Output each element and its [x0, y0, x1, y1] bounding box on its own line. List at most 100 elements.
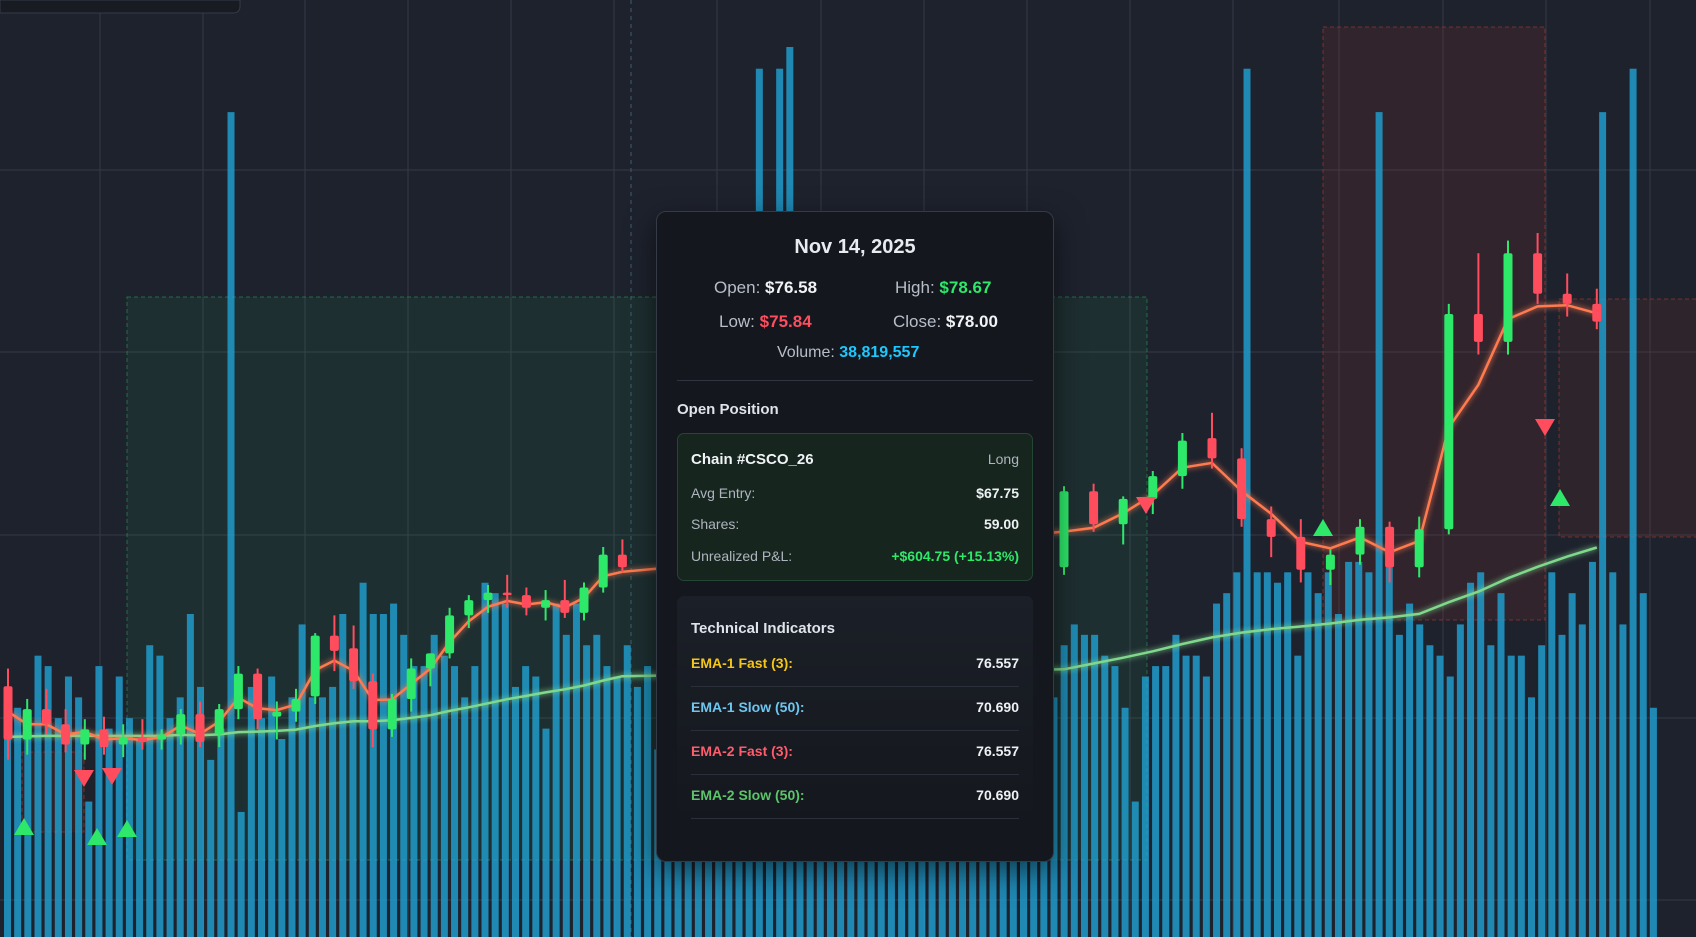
- volume-bar: [1334, 613, 1342, 937]
- high-field: High: $78.67: [895, 278, 991, 298]
- indicator-row-ema1-fast: EMA-1 Fast (3): 76.557: [691, 642, 1019, 687]
- volume-bar: [207, 759, 215, 937]
- volume-bar: [1182, 655, 1190, 937]
- avg-entry-row: Avg Entry: $67.75: [691, 485, 1019, 501]
- shares-value: 59.00: [983, 516, 1019, 532]
- volume-bar: [186, 613, 194, 937]
- candle-body: [1148, 476, 1158, 499]
- pnl-value: +$604.75 (+15.13%): [891, 548, 1019, 564]
- indicators-title: Technical Indicators: [691, 620, 835, 637]
- high-label: High:: [895, 278, 935, 297]
- volume-bar: [95, 666, 103, 937]
- volume-bar: [166, 718, 174, 937]
- candle-body: [310, 635, 320, 697]
- high-value: $78.67: [939, 278, 992, 297]
- open-label: Open:: [714, 278, 761, 297]
- candle-body: [1266, 519, 1276, 537]
- candle-body: [3, 686, 13, 740]
- shares-label: Shares:: [691, 516, 740, 532]
- tooltip-date: Nov 14, 2025: [794, 236, 916, 258]
- volume-bar: [552, 603, 560, 937]
- volume-bar: [613, 676, 621, 937]
- volume-bar: [501, 603, 509, 937]
- candle-body: [1059, 491, 1069, 568]
- candle-body: [541, 600, 551, 608]
- volume-bar: [1558, 634, 1566, 937]
- candle-body: [253, 673, 263, 720]
- volume-bar: [1629, 68, 1637, 937]
- volume-bar: [1467, 582, 1475, 937]
- volume-bar: [1436, 655, 1444, 937]
- candle-body: [502, 592, 512, 596]
- volume-bar: [1274, 582, 1281, 937]
- volume-bar: [420, 666, 428, 937]
- indicator-value: 70.690: [976, 699, 1019, 715]
- candle-body: [22, 709, 32, 740]
- candle-body: [61, 724, 71, 745]
- indicator-value: 76.557: [976, 655, 1019, 671]
- volume-bar: [1497, 593, 1505, 937]
- volume-bar: [1517, 655, 1525, 937]
- close-field: Close: $78.00: [893, 312, 998, 332]
- volume-bar: [1456, 624, 1464, 937]
- volume-bar: [227, 112, 235, 937]
- candle-body: [387, 698, 397, 730]
- candle-body: [598, 554, 608, 588]
- volume-bar: [491, 593, 499, 937]
- volume-bar: [1202, 676, 1210, 937]
- volume-bar: [1213, 603, 1221, 937]
- volume-bar: [1345, 561, 1353, 937]
- volume-bar: [1426, 645, 1434, 937]
- volume-bar: [1446, 676, 1454, 937]
- indicator-label: EMA-2 Fast (3):: [691, 743, 793, 759]
- volume-field: Volume: 38,819,557: [777, 344, 919, 362]
- volume-bar: [562, 634, 570, 937]
- volume-bar: [1111, 666, 1119, 937]
- candle-body: [483, 592, 493, 601]
- candle-body: [1533, 253, 1543, 294]
- candle-body: [368, 681, 378, 730]
- volume-bar: [1070, 624, 1078, 937]
- volume-bar: [1253, 572, 1261, 937]
- volume-bar: [247, 686, 255, 937]
- candle-body: [617, 554, 627, 568]
- toolbar-corner: [0, 0, 241, 14]
- volume-bar: [542, 728, 550, 937]
- volume-bar: [512, 686, 519, 937]
- candle-body: [1118, 498, 1128, 525]
- candle-body: [1207, 438, 1217, 459]
- candle-body: [118, 736, 128, 745]
- volume-bar: [532, 676, 540, 937]
- volume-bar: [1314, 593, 1322, 937]
- tooltip-divider: [677, 380, 1033, 381]
- volume-bar: [1121, 707, 1129, 937]
- pnl-row: Unrealized P&L: +$604.75 (+15.13%): [691, 548, 1019, 564]
- volume-bar: [461, 697, 469, 937]
- volume-bar: [54, 718, 62, 937]
- candle-body: [1562, 293, 1572, 304]
- volume-bar: [1060, 645, 1068, 937]
- candle-body: [406, 668, 416, 699]
- volume-bar: [288, 697, 296, 937]
- low-field: Low: $75.84: [719, 312, 812, 332]
- volume-bar: [633, 686, 641, 937]
- volume-bar: [136, 739, 144, 937]
- volume-bar: [1162, 666, 1170, 937]
- open-position-title: Open Position: [677, 401, 779, 418]
- avg-entry-label: Avg Entry:: [691, 485, 756, 501]
- volume-bar: [1416, 624, 1424, 937]
- volume-bar: [14, 707, 22, 937]
- volume-bar: [1406, 603, 1414, 937]
- volume-bar: [481, 582, 489, 937]
- indicator-label: EMA-1 Slow (50):: [691, 699, 805, 715]
- volume-bar: [156, 655, 164, 937]
- volume-bar: [1263, 572, 1271, 937]
- volume-bar: [522, 666, 530, 937]
- volume-bar: [440, 655, 448, 937]
- volume-bar: [258, 718, 265, 937]
- volume-bar: [1091, 634, 1099, 937]
- volume-bar: [1101, 655, 1109, 937]
- volume-bar: [1375, 112, 1383, 937]
- volume-bar: [583, 645, 591, 937]
- candle-body: [425, 653, 435, 669]
